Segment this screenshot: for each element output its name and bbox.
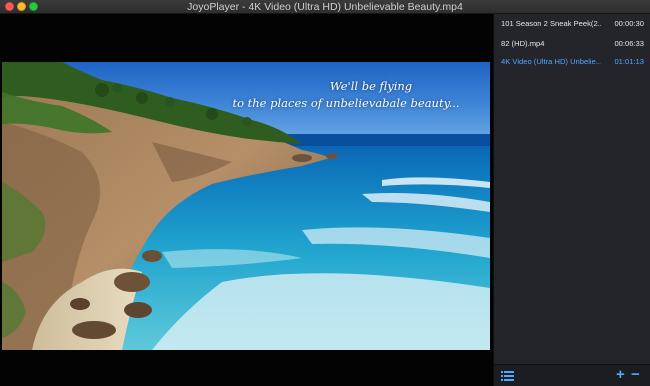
playlist-item-name: 82 (HD).mp4 (501, 39, 545, 48)
remove-button[interactable]: − (631, 366, 640, 384)
video-viewport[interactable]: We'll be flying to the places of unbelie… (0, 14, 493, 386)
add-button[interactable]: + (616, 366, 625, 384)
window-title: JoyoPlayer - 4K Video (Ultra HD) Unbelie… (187, 1, 463, 13)
subtitle-line-2: to the places of unbelievabale beauty... (232, 96, 460, 110)
playlist-footer: + − (494, 364, 650, 386)
list-icon[interactable] (501, 370, 514, 382)
playlist-item-duration: 00:00:30 (614, 19, 644, 28)
playlist-panel: 101 Season 2 Sneak Peek(2... 00:00:30 82… (493, 14, 650, 386)
playlist-item[interactable]: 101 Season 2 Sneak Peek(2... 00:00:30 (494, 14, 650, 34)
title-bar: JoyoPlayer - 4K Video (Ultra HD) Unbelie… (0, 0, 650, 14)
subtitle-line-1: We'll be flying (329, 79, 413, 93)
video-frame[interactable]: We'll be flying to the places of unbelie… (2, 62, 490, 350)
playlist-item-name: 4K Video (Ultra HD) Unbelie... (501, 57, 601, 66)
playlist-item-name: 101 Season 2 Sneak Peek(2... (501, 19, 601, 28)
playlist-item-duration: 01:01:13 (614, 57, 644, 66)
playlist-item-active[interactable]: 4K Video (Ultra HD) Unbelie... 01:01:13 (494, 52, 650, 72)
playlist-item[interactable]: 82 (HD).mp4 00:06:33 (494, 34, 650, 54)
playlist-item-duration: 00:06:33 (614, 39, 644, 48)
